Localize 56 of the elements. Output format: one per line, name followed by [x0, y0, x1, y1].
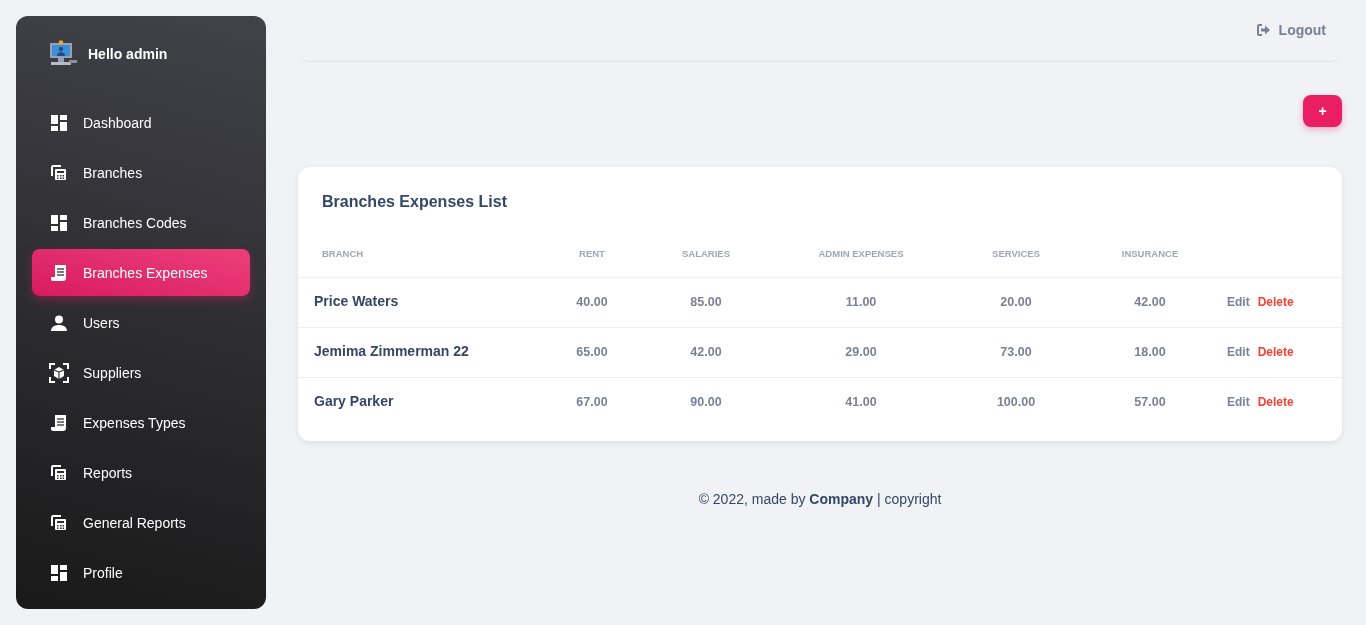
amount-cell: 42.00 — [646, 327, 766, 377]
cube-icon — [49, 362, 69, 383]
sidebar-item[interactable]: Reports — [32, 449, 250, 496]
branch-cell: Price Waters — [298, 277, 538, 327]
sidebar-item[interactable]: Suppliers — [32, 349, 250, 396]
amount-cell: 29.00 — [766, 327, 956, 377]
delete-link[interactable]: Delete — [1257, 345, 1294, 359]
amount-cell: 73.00 — [956, 327, 1076, 377]
receipt-icon — [51, 413, 67, 432]
amount-cell: 57.00 — [1076, 377, 1224, 427]
calculator-icon — [51, 464, 67, 481]
amount-cell: 40.00 — [538, 277, 646, 327]
amount-cell: 20.00 — [956, 277, 1076, 327]
sidebar-item[interactable]: Profile — [32, 549, 250, 596]
edit-link[interactable]: Edit — [1227, 345, 1250, 359]
sidebar-item[interactable]: Branches — [32, 149, 250, 196]
sidebar-item[interactable]: Branches Codes — [32, 199, 250, 246]
column-header: SERVICES — [956, 231, 1076, 277]
amount-cell: 65.00 — [538, 327, 646, 377]
greeting-text: Hello admin — [88, 46, 168, 62]
sidebar-item[interactable]: Users — [32, 299, 250, 346]
computer-user-icon — [49, 40, 79, 68]
sidebar-item[interactable]: Branches Expenses — [32, 249, 250, 296]
sidebar-item[interactable]: Expenses Types — [32, 399, 250, 446]
amount-cell: 42.00 — [1076, 277, 1224, 327]
amount-cell: 67.00 — [538, 377, 646, 427]
delete-link[interactable]: Delete — [1257, 295, 1294, 309]
delete-link[interactable]: Delete — [1257, 395, 1294, 409]
calculator-icon — [51, 514, 67, 531]
card-title: Branches Expenses List — [322, 193, 508, 212]
edit-link[interactable]: Edit — [1227, 395, 1250, 409]
calculator-icon — [51, 164, 67, 181]
amount-cell: 85.00 — [646, 277, 766, 327]
amount-cell: 11.00 — [766, 277, 956, 327]
column-header: RENT — [538, 231, 646, 277]
branch-cell: Jemima Zimmerman 22 — [298, 327, 538, 377]
column-header: SALARIES — [646, 231, 766, 277]
grid-icon — [51, 114, 67, 131]
user-icon — [51, 314, 67, 331]
logout-icon — [1256, 23, 1271, 36]
grid-icon — [51, 214, 67, 231]
branch-cell: Gary Parker — [298, 377, 538, 427]
column-header: BRANCH — [298, 231, 538, 277]
receipt-icon — [51, 263, 67, 282]
footer-text: © 2022, made by Company | copyright — [697, 490, 943, 507]
amount-cell: 41.00 — [766, 377, 956, 427]
sidebar-item[interactable]: General Reports — [32, 499, 250, 546]
edit-link[interactable]: Edit — [1227, 295, 1250, 309]
column-header: INSURANCE — [1076, 231, 1224, 277]
amount-cell: 90.00 — [646, 377, 766, 427]
column-header: ADMIN EXPENSES — [766, 231, 956, 277]
amount-cell: 100.00 — [956, 377, 1076, 427]
sidebar-item[interactable]: Dashboard — [32, 99, 250, 146]
grid-icon — [51, 564, 67, 581]
add-button[interactable]: + — [1303, 95, 1342, 127]
amount-cell: 18.00 — [1076, 327, 1224, 377]
